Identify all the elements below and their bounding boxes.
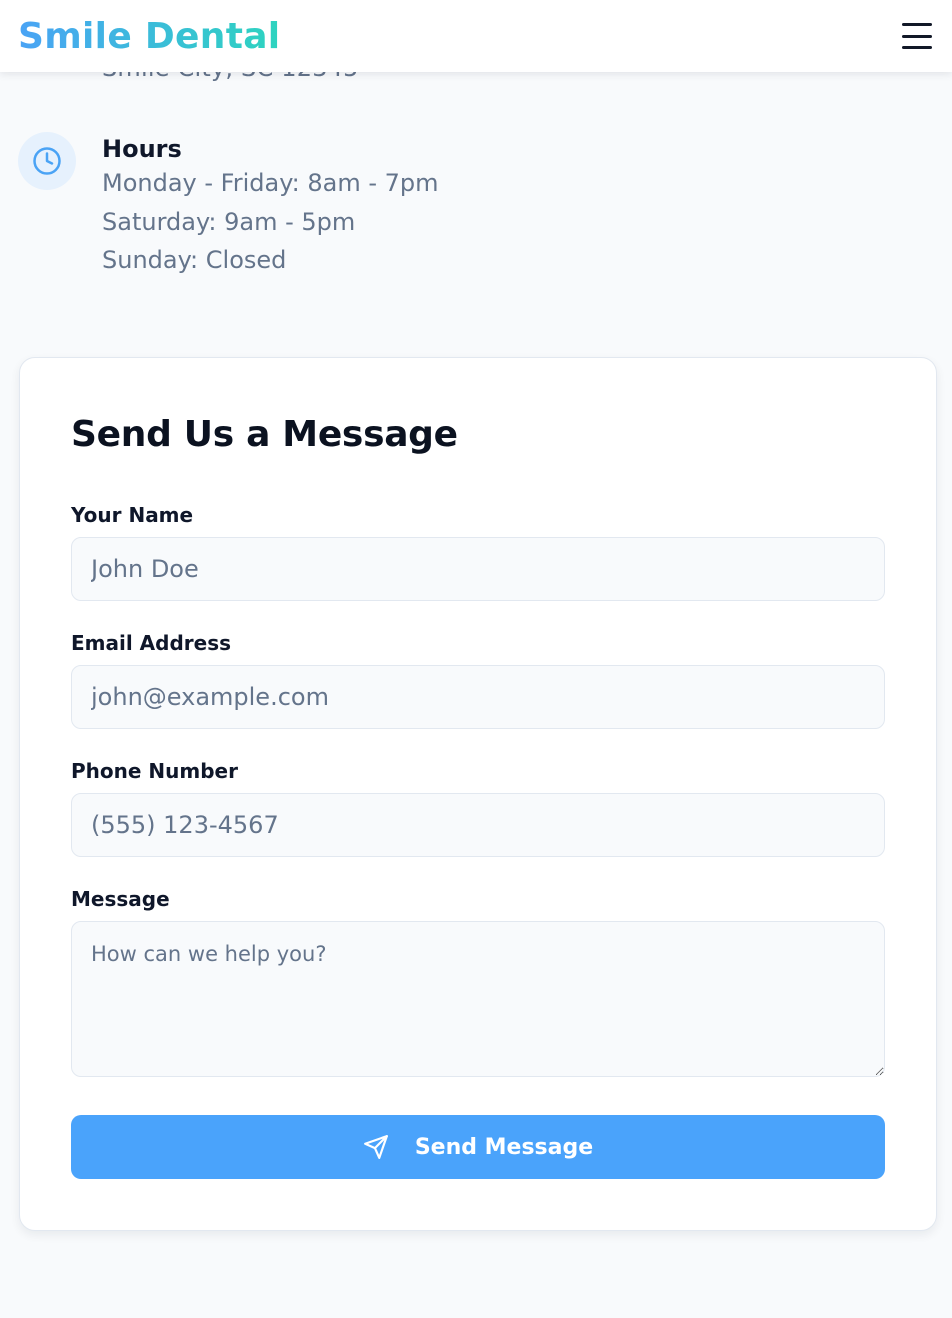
brand-logo[interactable]: Smile Dental	[18, 16, 280, 57]
hours-saturday: Saturday: 9am - 5pm	[102, 207, 356, 236]
send-message-label: Send Message	[414, 1134, 594, 1160]
phone-input[interactable]	[71, 793, 885, 857]
name-input[interactable]	[71, 537, 885, 601]
menu-bar	[902, 34, 932, 38]
hours-details: Hours Monday - Friday: 8am - 7pm Saturda…	[102, 134, 439, 280]
site-header: Smile Dental	[0, 0, 952, 72]
clock-icon	[18, 132, 76, 190]
send-message-button[interactable]: Send Message	[71, 1115, 885, 1179]
hamburger-menu-icon[interactable]	[902, 23, 932, 49]
message-textarea[interactable]	[71, 921, 885, 1077]
form-title: Send Us a Message	[71, 414, 458, 455]
name-label: Your Name	[71, 503, 194, 527]
contact-page: Smile City, SC 12345 Smile Dental Hours …	[0, 0, 952, 1318]
menu-bar	[902, 46, 932, 49]
message-form-card: Send Us a Message Your Name Email Addres…	[19, 357, 937, 1231]
hours-title: Hours	[102, 135, 182, 163]
hours-sunday: Sunday: Closed	[102, 246, 287, 274]
menu-bar	[902, 23, 932, 26]
hours-section: Hours Monday - Friday: 8am - 7pm Saturda…	[18, 132, 439, 280]
send-icon	[363, 1134, 389, 1160]
email-label: Email Address	[71, 631, 232, 655]
email-input[interactable]	[71, 665, 885, 729]
hours-weekday: Monday - Friday: 8am - 7pm	[102, 169, 439, 197]
message-label: Message	[71, 887, 170, 911]
phone-label: Phone Number	[71, 759, 238, 783]
